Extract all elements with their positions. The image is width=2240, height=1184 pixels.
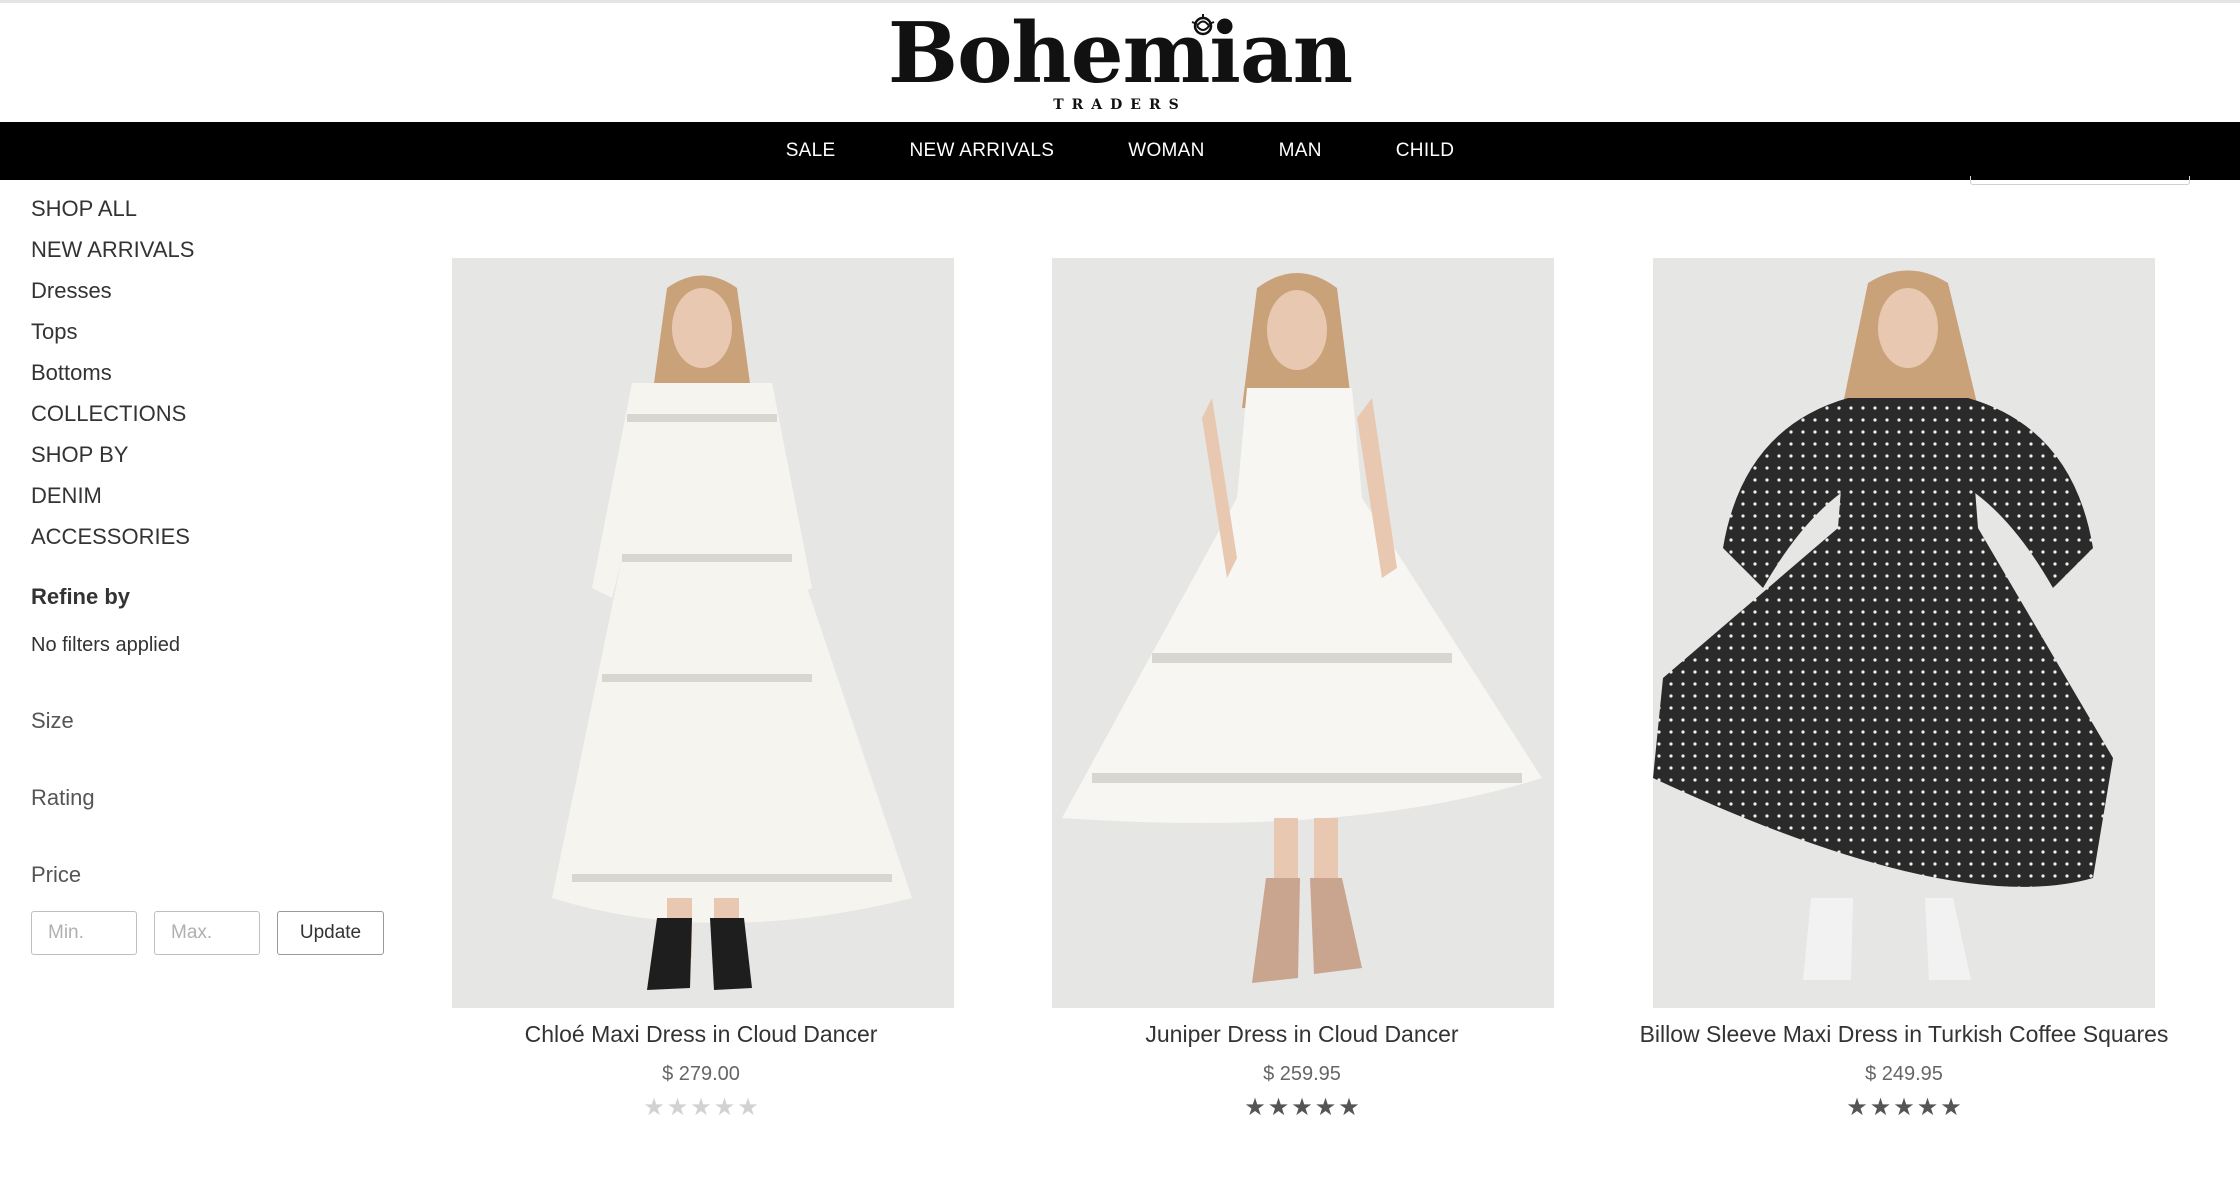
category-shop-by[interactable]: SHOP BY	[31, 434, 391, 475]
product-name[interactable]: Chloé Maxi Dress in Cloud Dancer	[371, 1021, 1031, 1048]
facet-size[interactable]: Size	[31, 708, 74, 734]
product-image[interactable]	[1653, 258, 2155, 1008]
star-icon: ★	[1291, 1094, 1313, 1121]
model-photo	[452, 258, 954, 1008]
left-boot	[1803, 898, 1853, 980]
category-new-arrivals[interactable]: NEW ARRIVALS	[31, 229, 391, 270]
star-icon: ★	[1869, 1094, 1892, 1121]
product-rating: ★★★★★	[1574, 1096, 2234, 1120]
category-accessories[interactable]: ACCESSORIES	[31, 516, 391, 557]
facet-price[interactable]: Price	[31, 862, 81, 888]
category-denim[interactable]: DENIM	[31, 475, 391, 516]
star-icon: ★	[1314, 1094, 1337, 1121]
category-bottoms[interactable]: Bottoms	[31, 352, 391, 393]
category-shop-all[interactable]: SHOP ALL	[31, 188, 391, 229]
product-name[interactable]: Billow Sleeve Maxi Dress in Turkish Coff…	[1574, 1021, 2234, 1048]
star-icon: ★	[713, 1094, 736, 1121]
product-rating: ★★★★★	[972, 1096, 1632, 1120]
facet-rating[interactable]: Rating	[31, 785, 95, 811]
brand-name: Bohemian	[887, 4, 1353, 102]
star-icon: ★	[643, 1094, 665, 1121]
star-icon: ★	[1267, 1094, 1290, 1121]
product-price: $ 279.00	[662, 1063, 740, 1085]
face	[1878, 288, 1938, 368]
model-photo	[1052, 258, 1554, 1008]
nav-child[interactable]: CHILD	[1359, 122, 1492, 180]
star-icon: ★	[666, 1094, 689, 1121]
model-photo	[1653, 258, 2155, 1008]
nav-sale[interactable]: SALE	[749, 122, 873, 180]
product-rating: ★★★★★	[371, 1096, 1031, 1120]
product-price: $ 259.95	[1263, 1063, 1341, 1085]
price-update-button[interactable]: Update	[277, 911, 384, 955]
face	[672, 288, 732, 368]
star-icon: ★	[1338, 1094, 1360, 1121]
price-filter: Update	[31, 911, 384, 955]
price-min-input[interactable]	[31, 911, 137, 955]
sidebar: SHOP ALL NEW ARRIVALS Dresses Tops Botto…	[31, 188, 391, 955]
star-icon: ★	[1846, 1094, 1868, 1121]
top-border	[0, 0, 2240, 3]
filter-status: No filters applied	[31, 634, 180, 656]
category-collections[interactable]: COLLECTIONS	[31, 393, 391, 434]
refine-heading: Refine by	[31, 584, 131, 609]
star-icon: ★	[1916, 1094, 1939, 1121]
main-nav: SALE NEW ARRIVALS WOMAN MAN CHILD	[0, 122, 2240, 180]
category-list: SHOP ALL NEW ARRIVALS Dresses Tops Botto…	[31, 188, 391, 557]
price-max-input[interactable]	[154, 911, 260, 955]
rose-icon	[1191, 14, 1215, 36]
star-icon: ★	[1940, 1094, 1962, 1121]
category-dresses[interactable]: Dresses	[31, 270, 391, 311]
star-icon: ★	[690, 1094, 712, 1121]
nav-man[interactable]: MAN	[1242, 122, 1359, 180]
category-tops[interactable]: Tops	[31, 311, 391, 352]
star-icon: ★	[1244, 1094, 1266, 1121]
product-name[interactable]: Juniper Dress in Cloud Dancer	[972, 1021, 1632, 1048]
face	[1267, 290, 1327, 370]
nav-new-arrivals[interactable]: NEW ARRIVALS	[872, 122, 1091, 180]
product-image[interactable]	[1052, 258, 1554, 1008]
product-image[interactable]	[452, 258, 954, 1008]
nav-woman[interactable]: WOMAN	[1091, 122, 1241, 180]
star-icon: ★	[1893, 1094, 1915, 1121]
star-icon: ★	[737, 1094, 759, 1121]
product-price: $ 249.95	[1865, 1063, 1943, 1085]
sort-dropdown[interactable]	[1970, 176, 2190, 185]
site-logo[interactable]: Bohemian TRADERS	[0, 8, 2240, 114]
